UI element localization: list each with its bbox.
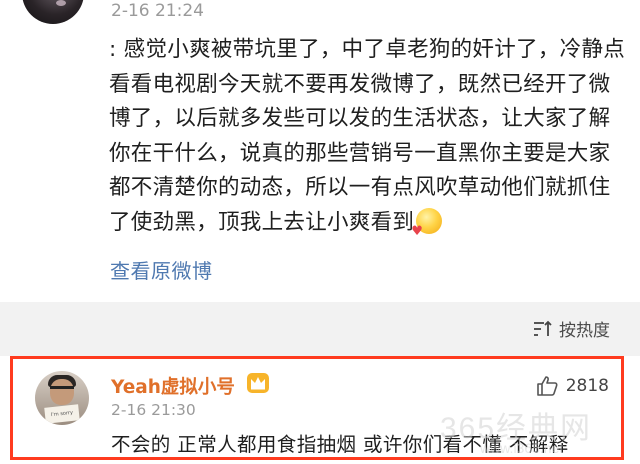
comment-timestamp: 2-16 21:30 [111, 401, 196, 419]
vip-crown-icon [247, 373, 269, 393]
post-timestamp: 2-16 21:24 [111, 1, 204, 21]
post-text: : 感觉小爽被带坑里了，中了卓老狗的奸计了，冷静点看看电视剧今天就不要再发微博了… [109, 37, 626, 235]
view-original-link[interactable]: 查看原微博 [110, 255, 213, 284]
thumbs-up-icon [536, 376, 558, 396]
sort-icon [534, 320, 552, 336]
commenter-name[interactable]: Yeah虚拟小号 [111, 373, 235, 399]
like-count: 2818 [565, 375, 609, 396]
post-body: : 感觉小爽被带坑里了，中了卓老狗的奸计了，冷静点看看电视剧今天就不要再发微博了… [109, 33, 629, 241]
site-watermark-url: www.i365.net [480, 440, 564, 456]
like-button[interactable]: 2818 [536, 375, 609, 396]
sort-by-hot-button[interactable]: 按热度 [533, 316, 610, 341]
sort-label: 按热度 [559, 321, 610, 341]
commenter-avatar[interactable]: I'm sorry [35, 371, 89, 425]
poster-avatar[interactable] [22, 0, 84, 24]
blush-heart-emoji-icon: ♥ [411, 207, 443, 238]
